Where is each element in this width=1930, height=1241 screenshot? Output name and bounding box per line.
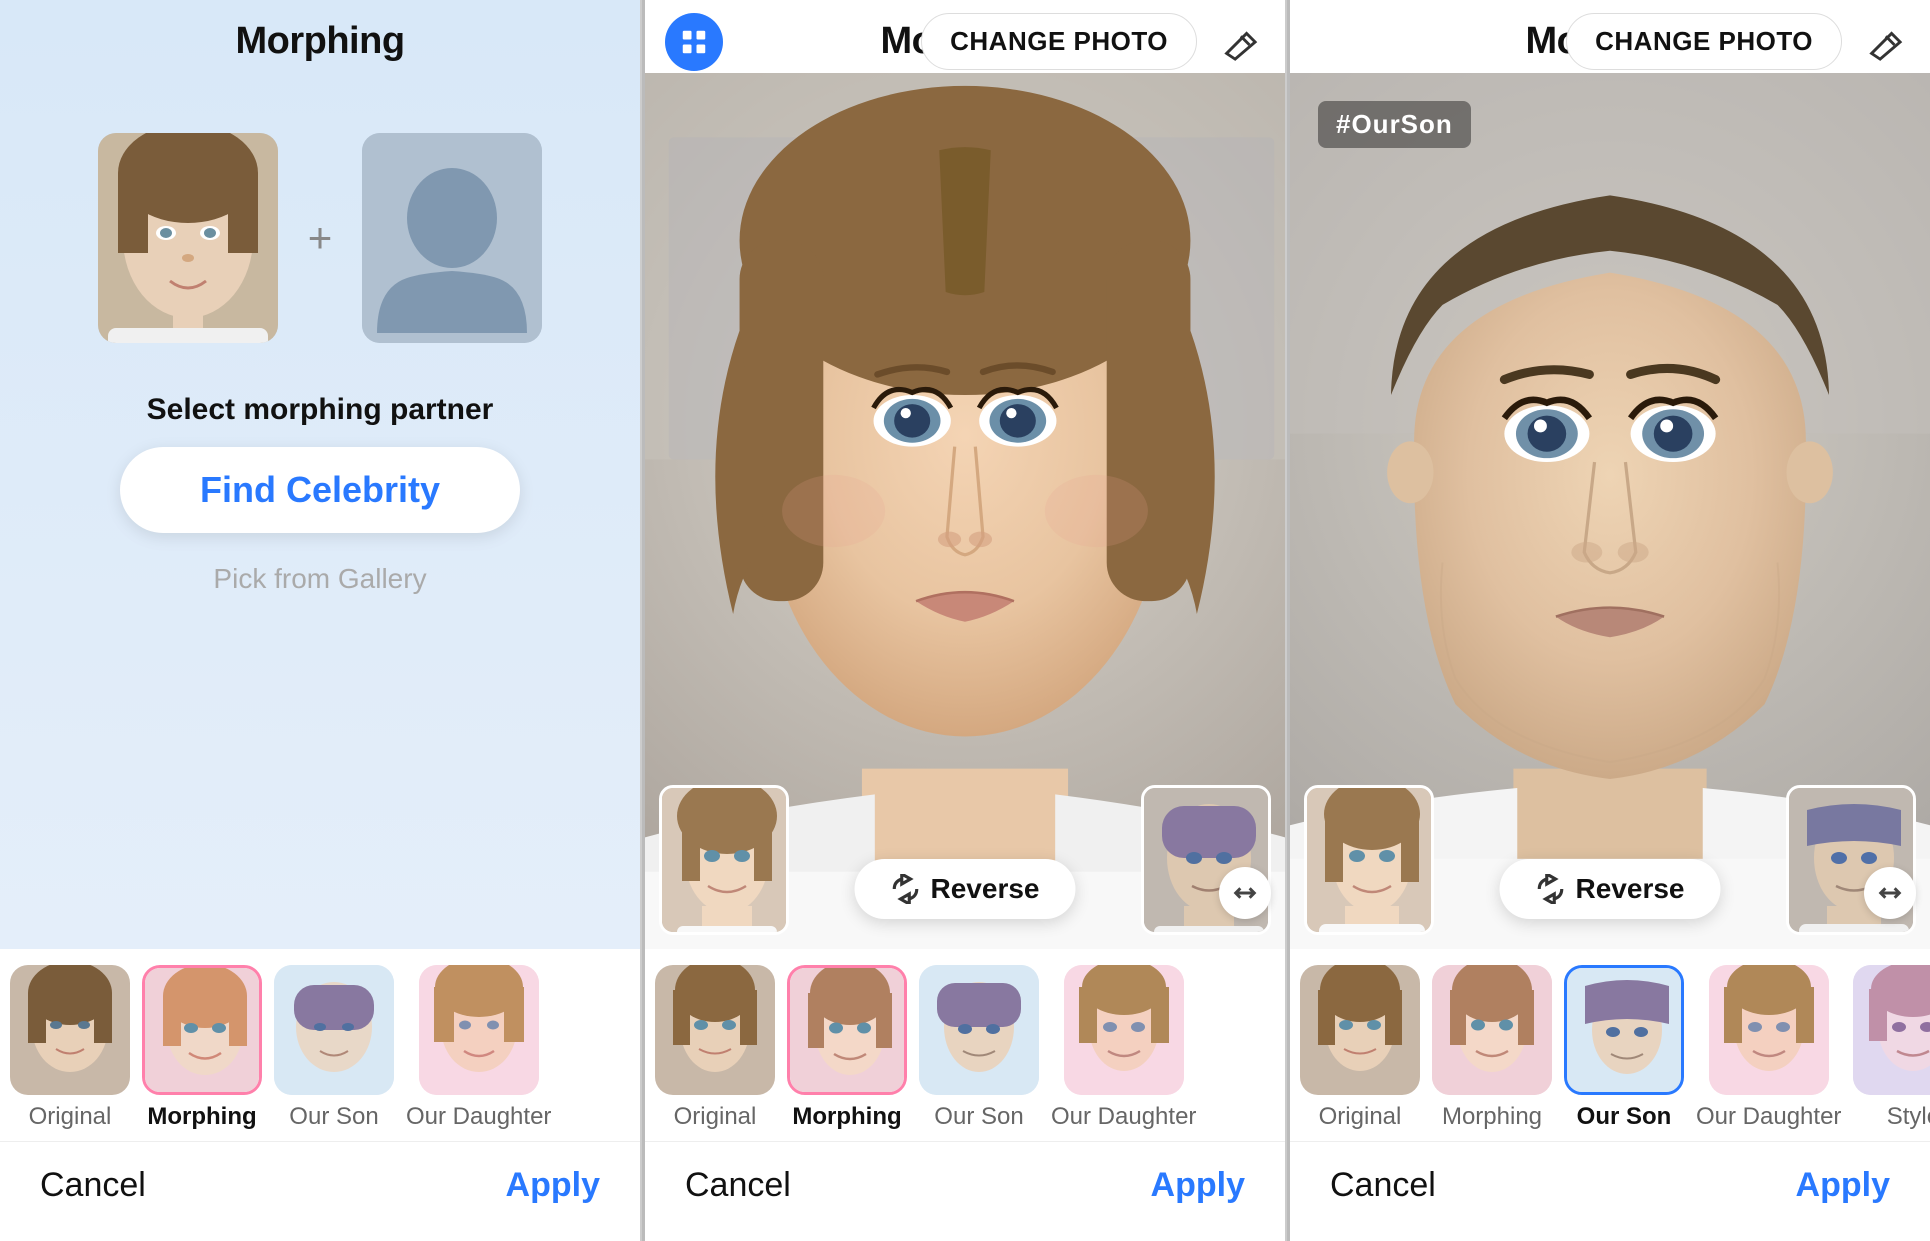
screen-1: Morphing (0, 0, 642, 1241)
person2-placeholder[interactable] (362, 133, 542, 343)
screen3-reverse-label: Reverse (1576, 873, 1685, 905)
tab-ourson-s3[interactable]: Our Son (1564, 965, 1684, 1131)
tab-thumb-ourdaughter-s1 (419, 965, 539, 1095)
tab-label-morphing-s3: Morphing (1442, 1103, 1542, 1131)
screen3-cancel-btn[interactable]: Cancel (1330, 1166, 1436, 1205)
tab-thumb-original-s3 (1300, 965, 1420, 1095)
tab-morphing-s2[interactable]: Morphing (787, 965, 907, 1131)
tab-label-ourson-s3: Our Son (1577, 1103, 1672, 1131)
screen2-eraser-btn[interactable] (1211, 15, 1265, 69)
tab-thumb-ourson-s1 (274, 965, 394, 1095)
screen2-header-right: CHANGE PHOTO (921, 13, 1265, 70)
screen-2: Morphing CHANGE PHOTO (645, 0, 1287, 1241)
tab-thumb-ourson-svg-s1 (274, 965, 394, 1095)
screen3-expand-btn[interactable] (1864, 867, 1916, 919)
screen3-watermark: #OurSon (1318, 101, 1471, 148)
screen1-content: + Select morphing partner Find Celebrity (0, 73, 640, 949)
tab-ourson-s2[interactable]: Our Son (919, 965, 1039, 1131)
screen2-expand-btn[interactable] (1219, 867, 1271, 919)
screen2-thumb-female-svg (662, 788, 789, 935)
tab-label-original-s2: Original (674, 1103, 757, 1131)
tab-style-s3[interactable]: Style (1853, 965, 1930, 1131)
screen2-reverse-btn[interactable]: Reverse (855, 859, 1076, 919)
plus-divider: + (308, 214, 333, 262)
tab-thumb-morphing-s2 (787, 965, 907, 1095)
screen1-action-bar: Cancel Apply (0, 1141, 640, 1241)
tab-thumb-original-s2 (655, 965, 775, 1095)
screen1-header: Morphing (0, 0, 640, 73)
screen3-eraser-icon (1863, 22, 1903, 62)
tab-label-ourdaughter-s3: Our Daughter (1696, 1103, 1841, 1131)
partner-area: + (58, 93, 583, 363)
find-celebrity-button[interactable]: Find Celebrity (120, 447, 520, 533)
screen2-header: Morphing CHANGE PHOTO (645, 0, 1285, 73)
person1-face-svg (98, 133, 278, 343)
tab-ourdaughter-s3[interactable]: Our Daughter (1696, 965, 1841, 1131)
screen1-title: Morphing (235, 20, 404, 63)
screen1-apply-btn[interactable]: Apply (506, 1166, 600, 1205)
tab-ourdaughter-s2[interactable]: Our Daughter (1051, 965, 1196, 1131)
tab-label-ourdaughter-s1: Our Daughter (406, 1103, 551, 1131)
tab-label-style-s3: Style (1887, 1103, 1930, 1131)
grid-icon-circle[interactable] (665, 13, 723, 71)
screen2-main-image: Reverse (645, 73, 1285, 949)
screen2-cancel-btn[interactable]: Cancel (685, 1166, 791, 1205)
tab-label-morphing-s2: Morphing (792, 1103, 901, 1131)
screen2-change-photo-btn[interactable]: CHANGE PHOTO (921, 13, 1197, 70)
tab-morphing-s3[interactable]: Morphing (1432, 965, 1552, 1131)
screen3-action-bar: Cancel Apply (1290, 1141, 1930, 1241)
screen2-action-bar: Cancel Apply (645, 1141, 1285, 1241)
screen-3: Morphing CHANGE PHOTO (1290, 0, 1930, 1241)
screen3-header-right: CHANGE PHOTO (1566, 13, 1910, 70)
tab-label-ourdaughter-s2: Our Daughter (1051, 1103, 1196, 1131)
tab-original-s3[interactable]: Original (1300, 965, 1420, 1131)
tab-ourson-s1[interactable]: Our Son (274, 965, 394, 1131)
tab-thumb-morphing-svg-s1 (145, 968, 262, 1095)
tab-original-s1[interactable]: Original (10, 965, 130, 1131)
screen3-header: Morphing CHANGE PHOTO (1290, 0, 1930, 73)
screen2-thumb-female[interactable] (659, 785, 789, 935)
screen3-eraser-btn[interactable] (1856, 15, 1910, 69)
tab-label-ourson-s2: Our Son (934, 1103, 1023, 1131)
screen3-main-image: #OurSon (1290, 73, 1930, 949)
tab-thumb-ourson-s3 (1564, 965, 1684, 1095)
screen3-thumb-female[interactable] (1304, 785, 1434, 935)
screen2-tabs-strip: Original Morphing (645, 949, 1285, 1141)
grid-icon (679, 27, 709, 57)
tab-thumb-original-svg-s1 (10, 965, 130, 1095)
tab-thumb-original-s1 (10, 965, 130, 1095)
person1-photo[interactable] (98, 133, 278, 343)
screen2-grid-btn[interactable] (665, 13, 723, 71)
screen1-cancel-btn[interactable]: Cancel (40, 1166, 146, 1205)
tab-thumb-ourdaughter-s3 (1709, 965, 1829, 1095)
tab-ourdaughter-s1[interactable]: Our Daughter (406, 965, 551, 1131)
placeholder-face-svg (362, 133, 542, 343)
screen3-reverse-icon (1536, 874, 1566, 904)
screen1-tabs-strip: Original Morphing (0, 949, 640, 1141)
screen3-tabs-strip: Original Morphing (1290, 949, 1930, 1141)
tab-label-ourson-s1: Our Son (289, 1103, 378, 1131)
expand-icon (1231, 879, 1259, 907)
reverse-label: Reverse (931, 873, 1040, 905)
tab-thumb-style-s3 (1853, 965, 1930, 1095)
tab-label-original-s1: Original (29, 1103, 112, 1131)
tab-thumb-ourson-s2 (919, 965, 1039, 1095)
screen3-reverse-btn[interactable]: Reverse (1500, 859, 1721, 919)
tab-thumb-morphing-s3 (1432, 965, 1552, 1095)
screen3-change-photo-btn[interactable]: CHANGE PHOTO (1566, 13, 1842, 70)
screen3-apply-btn[interactable]: Apply (1796, 1166, 1890, 1205)
tab-label-morphing-s1: Morphing (147, 1103, 256, 1131)
tab-thumb-ourdaughter-s2 (1064, 965, 1184, 1095)
tab-morphing-s1[interactable]: Morphing (142, 965, 262, 1131)
select-partner-label: Select morphing partner (147, 363, 494, 447)
eraser-icon (1218, 22, 1258, 62)
screen2-apply-btn[interactable]: Apply (1151, 1166, 1245, 1205)
tab-thumb-ourdaughter-svg-s1 (419, 965, 539, 1095)
tab-original-s2[interactable]: Original (655, 965, 775, 1131)
screen3-expand-icon (1876, 879, 1904, 907)
tab-label-original-s3: Original (1319, 1103, 1402, 1131)
reverse-icon (891, 874, 921, 904)
tab-thumb-morphing-s1 (142, 965, 262, 1095)
pick-gallery-button[interactable]: Pick from Gallery (203, 553, 436, 605)
